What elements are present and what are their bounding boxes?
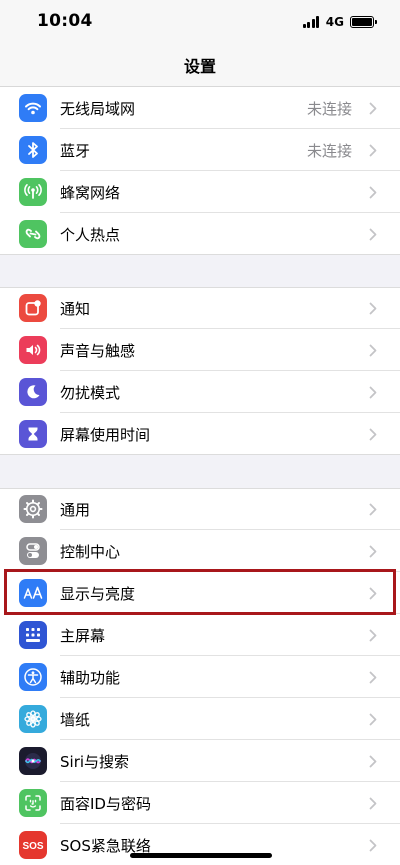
settings-row-label: 个人热点 — [60, 225, 121, 244]
nav-bar: 设置 — [0, 44, 400, 87]
chevron-right-icon — [362, 102, 384, 115]
wifi-icon — [19, 94, 47, 122]
settings-row-label: 墙纸 — [60, 710, 91, 729]
settings-row-cellular[interactable]: 蜂窝网络 — [0, 171, 400, 213]
network-type: 4G — [325, 15, 344, 29]
settings-row-bluetooth[interactable]: 蓝牙 未连接 — [0, 129, 400, 171]
hourglass-icon — [19, 420, 47, 448]
hotspot-icon — [19, 220, 47, 248]
bluetooth-icon — [19, 136, 47, 164]
chevron-right-icon — [362, 186, 384, 199]
settings-row-label: 无线局域网 — [60, 99, 136, 118]
settings-row-label: 屏幕使用时间 — [60, 425, 151, 444]
settings-row-general[interactable]: 通用 — [0, 488, 400, 530]
status-bar: 10:04 4G — [0, 0, 400, 44]
flower-icon — [19, 705, 47, 733]
chevron-right-icon — [362, 629, 384, 642]
settings-row-face-id[interactable]: 面容ID与密码 — [0, 782, 400, 824]
settings-row-label: 显示与亮度 — [60, 584, 136, 603]
settings-row-screen-time[interactable]: 屏幕使用时间 — [0, 413, 400, 455]
settings-row-wifi[interactable]: 无线局域网 未连接 — [0, 87, 400, 129]
settings-row-sounds[interactable]: 声音与触感 — [0, 329, 400, 371]
toggle-icon — [19, 537, 47, 565]
page-title: 设置 — [183, 57, 216, 76]
settings-row-wallpaper[interactable]: 墙纸 — [0, 698, 400, 740]
settings-row-label: 蓝牙 — [60, 141, 91, 160]
chevron-right-icon — [362, 386, 384, 399]
chevron-right-icon — [362, 428, 384, 441]
signal-icon — [302, 16, 321, 28]
chevron-right-icon — [362, 228, 384, 241]
chevron-right-icon — [362, 545, 384, 558]
settings-row-label: 控制中心 — [60, 542, 121, 561]
settings-row-label: 主屏幕 — [60, 626, 106, 645]
chevron-right-icon — [362, 713, 384, 726]
wifi-status: 未连接 — [306, 99, 352, 118]
siri-icon — [19, 747, 47, 775]
settings-row-label: 声音与触感 — [60, 341, 136, 360]
chevron-right-icon — [362, 671, 384, 684]
gear-icon — [19, 495, 47, 523]
settings-group-notifications: 通知 声音与触感 勿扰模式 屏幕使用时间 — [0, 287, 400, 455]
settings-row-label: 勿扰模式 — [60, 383, 121, 402]
cellular-icon — [19, 178, 47, 206]
settings-row-display-brightness[interactable]: 显示与亮度 — [0, 572, 400, 614]
moon-icon — [19, 378, 47, 406]
sos-icon: SOS — [19, 831, 47, 859]
status-indicators: 4G — [302, 14, 377, 30]
settings-row-notifications[interactable]: 通知 — [0, 287, 400, 329]
notification-icon — [19, 294, 47, 322]
home-indicator[interactable] — [130, 853, 272, 858]
svg-text:SOS: SOS — [22, 841, 43, 851]
chevron-right-icon — [362, 344, 384, 357]
accessibility-icon — [19, 663, 47, 691]
settings-row-label: 通知 — [60, 299, 91, 318]
settings-row-home-screen[interactable]: 主屏幕 — [0, 614, 400, 656]
settings-row-control-center[interactable]: 控制中心 — [0, 530, 400, 572]
bluetooth-status: 未连接 — [306, 141, 352, 160]
chevron-right-icon — [362, 755, 384, 768]
status-time: 10:04 — [37, 11, 93, 31]
settings-row-label: 蜂窝网络 — [60, 183, 121, 202]
settings-group-connectivity: 无线局域网 未连接 蓝牙 未连接 蜂窝网络 个人热点 — [0, 87, 400, 255]
sound-icon — [19, 336, 47, 364]
text-size-icon — [19, 579, 47, 607]
chevron-right-icon — [362, 797, 384, 810]
settings-row-label: 通用 — [60, 500, 91, 519]
settings-row-do-not-disturb[interactable]: 勿扰模式 — [0, 371, 400, 413]
chevron-right-icon — [362, 302, 384, 315]
settings-row-accessibility[interactable]: 辅助功能 — [0, 656, 400, 698]
chevron-right-icon — [362, 503, 384, 516]
settings-row-hotspot[interactable]: 个人热点 — [0, 213, 400, 255]
face-id-icon — [19, 789, 47, 817]
settings-row-emergency-sos[interactable]: SOS SOS紧急联络 — [0, 824, 400, 865]
settings-row-label: 辅助功能 — [60, 668, 121, 687]
settings-group-general: 通用 控制中心 显示与亮度 主屏幕 辅助功能 墙纸 Siri与搜索 面容ID与密… — [0, 488, 400, 865]
settings-row-label: Siri与搜索 — [60, 752, 130, 771]
chevron-right-icon — [362, 144, 384, 157]
home-grid-icon — [19, 621, 47, 649]
chevron-right-icon — [362, 587, 384, 600]
settings-row-label: 面容ID与密码 — [60, 794, 151, 813]
battery-icon — [350, 16, 377, 28]
chevron-right-icon — [362, 839, 384, 852]
settings-row-siri-search[interactable]: Siri与搜索 — [0, 740, 400, 782]
